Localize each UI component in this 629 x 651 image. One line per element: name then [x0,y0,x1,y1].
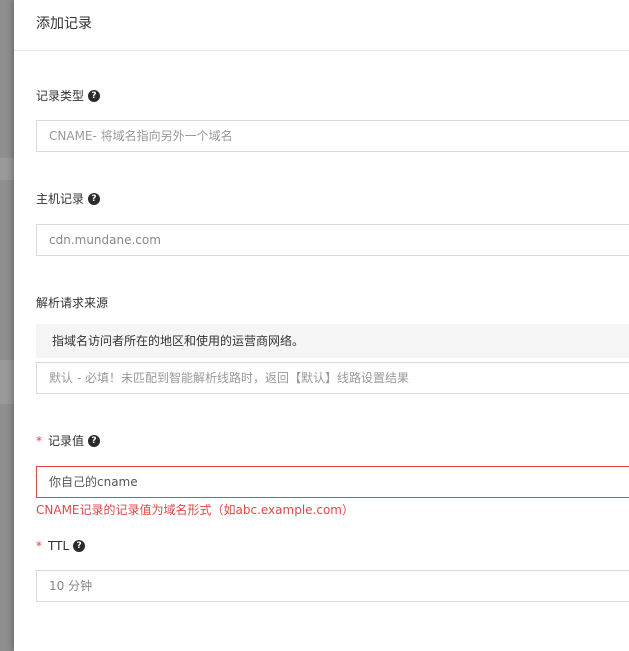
record-type-label: 记录类型 ? [36,88,101,104]
help-icon[interactable]: ? [88,90,101,102]
help-icon[interactable]: ? [88,435,101,447]
backdrop-stripe [0,360,14,404]
host-input[interactable]: cdn.mundane.com [36,224,629,256]
ttl-label-text: TTL [48,539,70,553]
record-value-label-text: 记录值 [48,434,85,448]
source-info: 指域名访问者所在的地区和使用的运营商网络。 [36,324,629,358]
panel-title: 添加记录 [36,16,92,32]
record-type-select[interactable]: CNAME- 将域名指向另外一个域名 [36,120,629,152]
required-mark: * [36,434,42,448]
record-value-label: * 记录值 ? [36,433,101,449]
source-select[interactable]: 默认 - 必填！未匹配到智能解析线路时，返回【默认】线路设置结果 [36,362,629,394]
help-icon[interactable]: ? [73,540,86,552]
source-label: 解析请求来源 [36,295,108,311]
ttl-select[interactable]: 10 分钟 [36,570,629,602]
modal-backdrop [0,0,14,651]
add-record-panel: 添加记录 记录类型 ? CNAME- 将域名指向另外一个域名 主机记录 ? cd… [14,0,629,651]
record-value-input[interactable]: 你自己的cname [36,466,629,498]
record-value-error: CNAME记录的记录值为域名形式（如abc.example.com） [36,503,354,517]
ttl-label: * TTL ? [36,538,86,554]
required-mark: * [36,539,42,553]
help-icon[interactable]: ? [88,193,101,205]
host-label-text: 主机记录 [36,192,85,206]
record-type-label-text: 记录类型 [36,89,85,103]
panel-header: 添加记录 [14,0,629,51]
backdrop-stripe [0,158,14,180]
source-label-text: 解析请求来源 [36,296,109,310]
host-label: 主机记录 ? [36,191,101,207]
